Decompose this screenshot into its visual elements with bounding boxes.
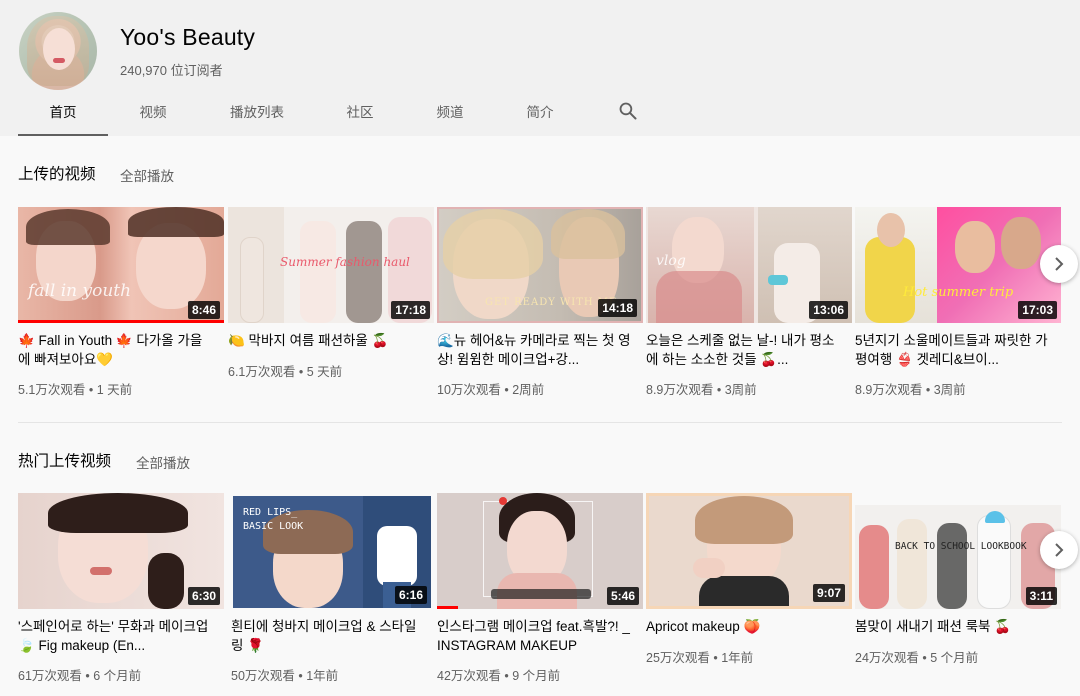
video-thumbnail[interactable]: Hot summer trip 17:03 — [855, 207, 1061, 323]
video-card[interactable]: GET READY WITH ME 14:18 🌊뉴 헤어&뉴 카메라로 찍는 … — [437, 207, 643, 397]
watch-progress-bar — [18, 320, 224, 323]
thumbnail-text: vlog — [656, 253, 686, 269]
video-title[interactable]: 5년지기 소울메이트들과 짜릿한 가평여행 👙 겟레디&브이... — [855, 331, 1051, 369]
video-title[interactable]: 🍁 Fall in Youth 🍁 다가올 가을에 빠져보아요💛 — [18, 331, 214, 369]
thumbnail-text: Summer fashion haul — [280, 255, 410, 269]
video-duration: 13:06 — [809, 301, 848, 319]
video-title[interactable]: 인스타그램 메이크업 feat.흑발?! _ INSTAGRAM MAKEUP — [437, 617, 633, 655]
video-card[interactable]: BACK TO SCHOOL LOOKBOOK 3:11 봄맞이 새내기 패션 … — [855, 493, 1061, 693]
video-thumbnail[interactable]: 5:46 — [437, 493, 643, 609]
video-meta: 5.1万次观看 • 1 天前 — [18, 383, 133, 397]
video-meta: 6.1万次观看 • 5 天前 — [228, 365, 343, 379]
tab-community[interactable]: 社区 — [316, 92, 404, 136]
video-thumbnail[interactable]: vlog 13:06 — [646, 207, 852, 323]
video-duration: 8:46 — [187, 301, 220, 319]
video-card[interactable]: fall in youth 8:46 🍁 Fall in Youth 🍁 다가올… — [18, 207, 224, 397]
video-thumbnail[interactable]: BACK TO SCHOOL LOOKBOOK 3:11 — [855, 505, 1061, 609]
video-duration: 14:18 — [598, 299, 637, 317]
video-meta: 24万次观看 • 5 个月前 — [855, 651, 979, 665]
video-thumbnail[interactable]: RED LIPS_ BASIC LOOK 6:16 — [233, 496, 431, 608]
video-title[interactable]: 흰티에 청바지 메이크업 & 스타일링 🌹 — [231, 617, 427, 655]
video-meta: 25万次观看 • 1年前 — [646, 651, 754, 665]
video-duration: 6:30 — [187, 587, 220, 605]
channel-avatar[interactable] — [19, 12, 97, 90]
video-title[interactable]: 봄맞이 새내기 패션 룩북 🍒 — [855, 617, 1051, 636]
video-title[interactable]: '스페인어로 하는' 무화과 메이크업 🍃 Fig makeup (En... — [18, 617, 214, 655]
channel-name[interactable]: Yoo's Beauty — [120, 24, 255, 51]
section-title-popular: 热门上传视频 — [18, 453, 112, 470]
video-duration: 6:16 — [394, 586, 427, 604]
video-duration: 5:46 — [606, 587, 639, 605]
video-meta: 8.9万次观看 • 3周前 — [855, 383, 966, 397]
channel-header: Yoo's Beauty 240,970 位订阅者 首页 视频 播放列表 社区 … — [0, 0, 1080, 136]
play-all-uploads[interactable]: 全部播放 — [120, 165, 174, 185]
tab-about[interactable]: 简介 — [496, 92, 584, 136]
video-meta: 10万次观看 • 2周前 — [437, 383, 545, 397]
tab-home[interactable]: 首页 — [18, 92, 108, 136]
watch-progress-bar — [437, 606, 458, 609]
video-card[interactable]: 5:46 인스타그램 메이크업 feat.흑발?! _ INSTAGRAM MA… — [437, 493, 643, 693]
section-title-uploads: 上传的视频 — [18, 166, 96, 183]
video-duration: 17:03 — [1018, 301, 1057, 319]
thumbnail-text: RED LIPS_ BASIC LOOK — [243, 507, 304, 532]
video-thumbnail[interactable]: 9:07 — [646, 493, 852, 609]
video-card[interactable]: Hot summer trip 17:03 5년지기 소울메이트들과 짜릿한 가… — [855, 207, 1061, 397]
tab-playlists[interactable]: 播放列表 — [198, 92, 316, 136]
tab-videos[interactable]: 视频 — [108, 92, 198, 136]
chevron-right-icon — [1055, 257, 1064, 271]
video-meta: 42万次观看 • 9 个月前 — [437, 669, 561, 683]
section-divider — [18, 422, 1062, 423]
play-all-popular[interactable]: 全部播放 — [136, 452, 190, 472]
thumbnail-text: Hot summer trip — [903, 285, 1014, 300]
video-meta: 61万次观看 • 6 个月前 — [18, 669, 142, 683]
video-card[interactable]: 9:07 Apricot makeup 🍑 25万次观看 • 1年前 — [646, 493, 852, 693]
video-card[interactable]: Summer fashion haul 17:18 🍋 막바지 여름 패션하울 … — [228, 207, 434, 397]
shelf-next-button[interactable] — [1040, 531, 1078, 569]
video-title[interactable]: 🍋 막바지 여름 패션하울 🍒 — [228, 331, 424, 350]
chevron-right-icon — [1055, 543, 1064, 557]
video-title[interactable]: 오늘은 스케줄 없는 날-! 내가 평소에 하는 소소한 것들 🍒... — [646, 331, 842, 369]
thumbnail-text: fall in youth — [28, 281, 132, 301]
video-duration: 3:11 — [1025, 587, 1057, 605]
video-meta: 50万次观看 • 1年前 — [231, 669, 339, 683]
video-card[interactable]: 6:30 '스페인어로 하는' 무화과 메이크업 🍃 Fig makeup (E… — [18, 493, 224, 693]
video-card[interactable]: RED LIPS_ BASIC LOOK 6:16 흰티에 청바지 메이크업 &… — [231, 493, 437, 693]
video-thumbnail[interactable]: 6:30 — [18, 493, 224, 609]
video-thumbnail[interactable]: Summer fashion haul 17:18 — [228, 207, 434, 323]
video-card[interactable]: vlog 13:06 오늘은 스케줄 없는 날-! 내가 평소에 하는 소소한 … — [646, 207, 852, 397]
video-thumbnail[interactable]: GET READY WITH ME 14:18 — [437, 207, 643, 323]
video-duration: 17:18 — [391, 301, 430, 319]
video-thumbnail[interactable]: fall in youth 8:46 — [18, 207, 224, 323]
subscriber-count: 240,970 位订阅者 — [120, 63, 223, 78]
video-title[interactable]: 🌊뉴 헤어&뉴 카메라로 찍는 첫 영상! 윔윔한 메이크업+강... — [437, 331, 633, 369]
video-duration: 9:07 — [812, 584, 845, 602]
shelf-next-button[interactable] — [1040, 245, 1078, 283]
search-icon[interactable] — [618, 101, 638, 121]
video-title[interactable]: Apricot makeup 🍑 — [646, 617, 842, 636]
video-meta: 8.9万次观看 • 3周前 — [646, 383, 757, 397]
thumbnail-text: BACK TO SCHOOL LOOKBOOK — [895, 541, 1027, 552]
tab-channels[interactable]: 频道 — [404, 92, 496, 136]
